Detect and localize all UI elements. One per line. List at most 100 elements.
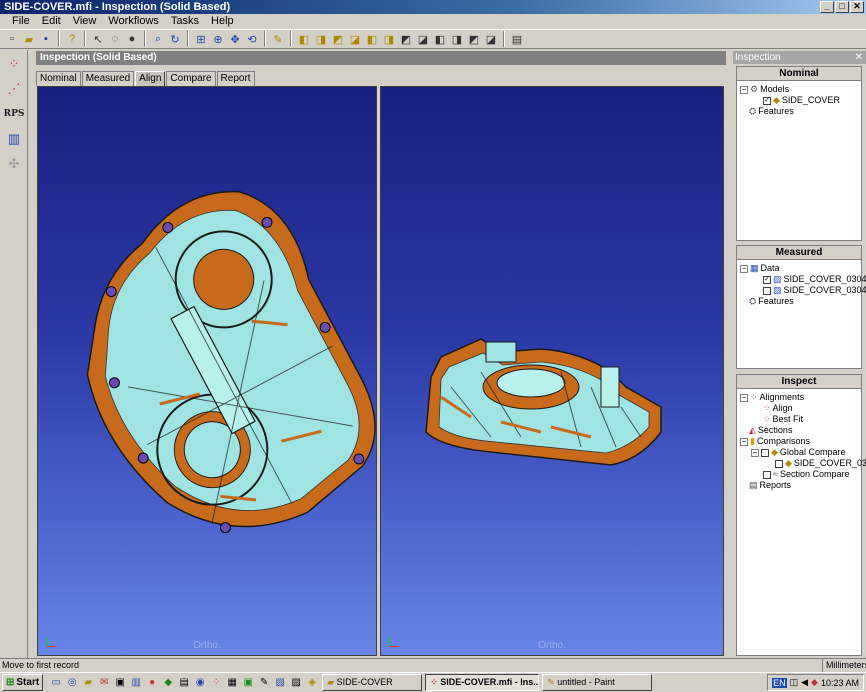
view-custom3-icon[interactable]: ◨ [449, 31, 465, 47]
app-icon[interactable]: ✎ [257, 676, 271, 690]
tree-node-models[interactable]: − ⚙ Models [740, 84, 789, 95]
language-indicator[interactable]: EN [772, 677, 787, 688]
zoom-icon[interactable]: ⌕ [150, 31, 166, 47]
collapse-icon[interactable]: − [740, 264, 748, 273]
task-side-cover-folder[interactable]: ▰ SIDE-COVER [322, 674, 423, 691]
zoom-window-icon[interactable]: ⊕ [210, 31, 226, 47]
visibility-checkbox[interactable]: ✓ [763, 96, 771, 105]
explorer-icon[interactable]: ▰ [81, 676, 95, 690]
app-icon[interactable]: ▦ [225, 676, 239, 690]
transform-tool-icon[interactable]: ✣ [3, 153, 25, 175]
view-custom4-icon[interactable]: ◩ [466, 31, 482, 47]
clock[interactable]: 10:23 AM [821, 678, 859, 688]
view-right-icon[interactable]: ◧ [364, 31, 380, 47]
select-arrow-icon[interactable]: ↖ [90, 31, 106, 47]
pan-icon[interactable]: ✥ [227, 31, 243, 47]
volume-icon[interactable]: ◀ [801, 677, 808, 688]
open-folder-icon[interactable]: ▰ [21, 31, 37, 47]
menu-edit[interactable]: Edit [36, 14, 67, 29]
tab-align[interactable]: Align [135, 71, 166, 86]
viewport-right[interactable]: Ortho. [380, 86, 724, 656]
tab-nominal[interactable]: Nominal [36, 71, 81, 86]
app-icon[interactable]: ▨ [289, 676, 303, 690]
task-paint[interactable]: ✎ untitled - Paint [542, 674, 653, 691]
view-front-icon[interactable]: ◨ [313, 31, 329, 47]
tab-compare[interactable]: Compare [166, 71, 216, 86]
tree-node-scan-1[interactable]: ✓ ▨ SIDE_COVER_030416 [763, 274, 866, 285]
app-icon[interactable]: ▧ [273, 676, 287, 690]
tree-node-compare-result[interactable]: ◆ SIDE_COVER_030 [775, 458, 866, 469]
shade-mode-icon[interactable]: ● [124, 31, 140, 47]
fit-view-icon[interactable]: ⊞ [193, 31, 209, 47]
network-icon[interactable]: ◫ [790, 677, 799, 688]
tree-node-sections[interactable]: ◭ Sections [749, 425, 792, 436]
tree-node-align[interactable]: ⁘ Align [763, 403, 793, 414]
app-icon[interactable]: ▣ [113, 676, 127, 690]
tree-node-side-cover[interactable]: ✓ ◆ SIDE_COVER [763, 95, 840, 106]
security-icon[interactable]: ◆ [811, 677, 818, 688]
minimize-button[interactable]: _ [820, 1, 834, 13]
align-tool-icon[interactable]: ⋰ [3, 78, 25, 100]
tree-node-global-compare[interactable]: − ◆ Global Compare [751, 447, 845, 458]
view-bottom-icon[interactable]: ◩ [398, 31, 414, 47]
viewport-left[interactable]: Ortho. [37, 86, 377, 656]
mail-icon[interactable]: ✉ [97, 676, 111, 690]
tab-report[interactable]: Report [216, 71, 255, 86]
tab-measured[interactable]: Measured [81, 71, 135, 86]
help-icon[interactable]: ? [64, 31, 80, 47]
tree-node-section-compare[interactable]: ≈ Section Compare [763, 469, 850, 480]
points-tool-icon[interactable]: ⁘ [3, 53, 25, 75]
view-custom1-icon[interactable]: ◪ [415, 31, 431, 47]
tree-node-data[interactable]: − ▦ Data [740, 263, 780, 274]
view-left-icon[interactable]: ◪ [347, 31, 363, 47]
app-icon[interactable]: ◈ [305, 676, 319, 690]
collapse-icon[interactable]: − [740, 437, 748, 446]
visibility-checkbox[interactable] [763, 286, 771, 295]
visibility-checkbox[interactable] [775, 459, 783, 468]
collapse-icon[interactable]: − [751, 448, 759, 457]
app-icon[interactable]: ◉ [193, 676, 207, 690]
maximize-button[interactable]: □ [835, 1, 849, 13]
save-icon[interactable]: ▪ [38, 31, 54, 47]
view-back-icon[interactable]: ◩ [330, 31, 346, 47]
app-icon[interactable]: ▤ [177, 676, 191, 690]
tree-node-features[interactable]: ⛭ Features [749, 106, 794, 117]
menu-tasks[interactable]: Tasks [165, 14, 205, 29]
pick-tool-icon[interactable]: ✎ [270, 31, 286, 47]
view-iso-icon[interactable]: ◧ [296, 31, 312, 47]
tree-node-comparisons[interactable]: − ▮ Comparisons [740, 436, 810, 447]
spin-icon[interactable]: ⟲ [244, 31, 260, 47]
collapse-icon[interactable]: − [740, 85, 748, 94]
visibility-checkbox[interactable]: ✓ [763, 275, 771, 284]
app-icon[interactable]: ▣ [241, 676, 255, 690]
app-icon[interactable]: ● [145, 676, 159, 690]
tree-node-reports[interactable]: ▤ Reports [749, 480, 791, 491]
tree-node-measured-features[interactable]: ⛭ Features [749, 296, 794, 307]
lasso-icon[interactable]: ◌ [107, 31, 123, 47]
menu-help[interactable]: Help [205, 14, 240, 29]
tree-node-best-fit[interactable]: ⁘ Best Fit [763, 414, 803, 425]
start-button[interactable]: ⊞ Start [2, 674, 44, 691]
task-inspection-app[interactable]: ⁘ SIDE-COVER.mfi - Ins... [425, 674, 540, 691]
menu-view[interactable]: View [67, 14, 103, 29]
view-custom5-icon[interactable]: ◪ [483, 31, 499, 47]
chart-tool-icon[interactable]: ▥ [3, 128, 25, 150]
desktop-icon[interactable]: ▭ [49, 676, 63, 690]
browser-icon[interactable]: ◎ [65, 676, 79, 690]
menu-workflows[interactable]: Workflows [102, 14, 165, 29]
rotate-icon[interactable]: ↻ [167, 31, 183, 47]
visibility-checkbox[interactable] [761, 448, 769, 457]
view-custom2-icon[interactable]: ◧ [432, 31, 448, 47]
new-file-icon[interactable]: ▫ [4, 31, 20, 47]
app-icon[interactable]: ◆ [161, 676, 175, 690]
screen-capture-icon[interactable]: ▤ [509, 31, 525, 47]
menu-file[interactable]: File [6, 14, 36, 29]
tree-node-alignments[interactable]: − ⁘ Alignments [740, 392, 804, 403]
tree-node-scan-2[interactable]: ▨ SIDE_COVER_030416 [763, 285, 866, 296]
collapse-icon[interactable]: − [740, 393, 748, 402]
view-top-icon[interactable]: ◨ [381, 31, 397, 47]
visibility-checkbox[interactable] [763, 470, 771, 479]
app-icon[interactable]: ⁘ [209, 676, 223, 690]
panel-close-icon[interactable]: ✕ [855, 51, 863, 64]
close-button[interactable]: ✕ [850, 1, 864, 13]
